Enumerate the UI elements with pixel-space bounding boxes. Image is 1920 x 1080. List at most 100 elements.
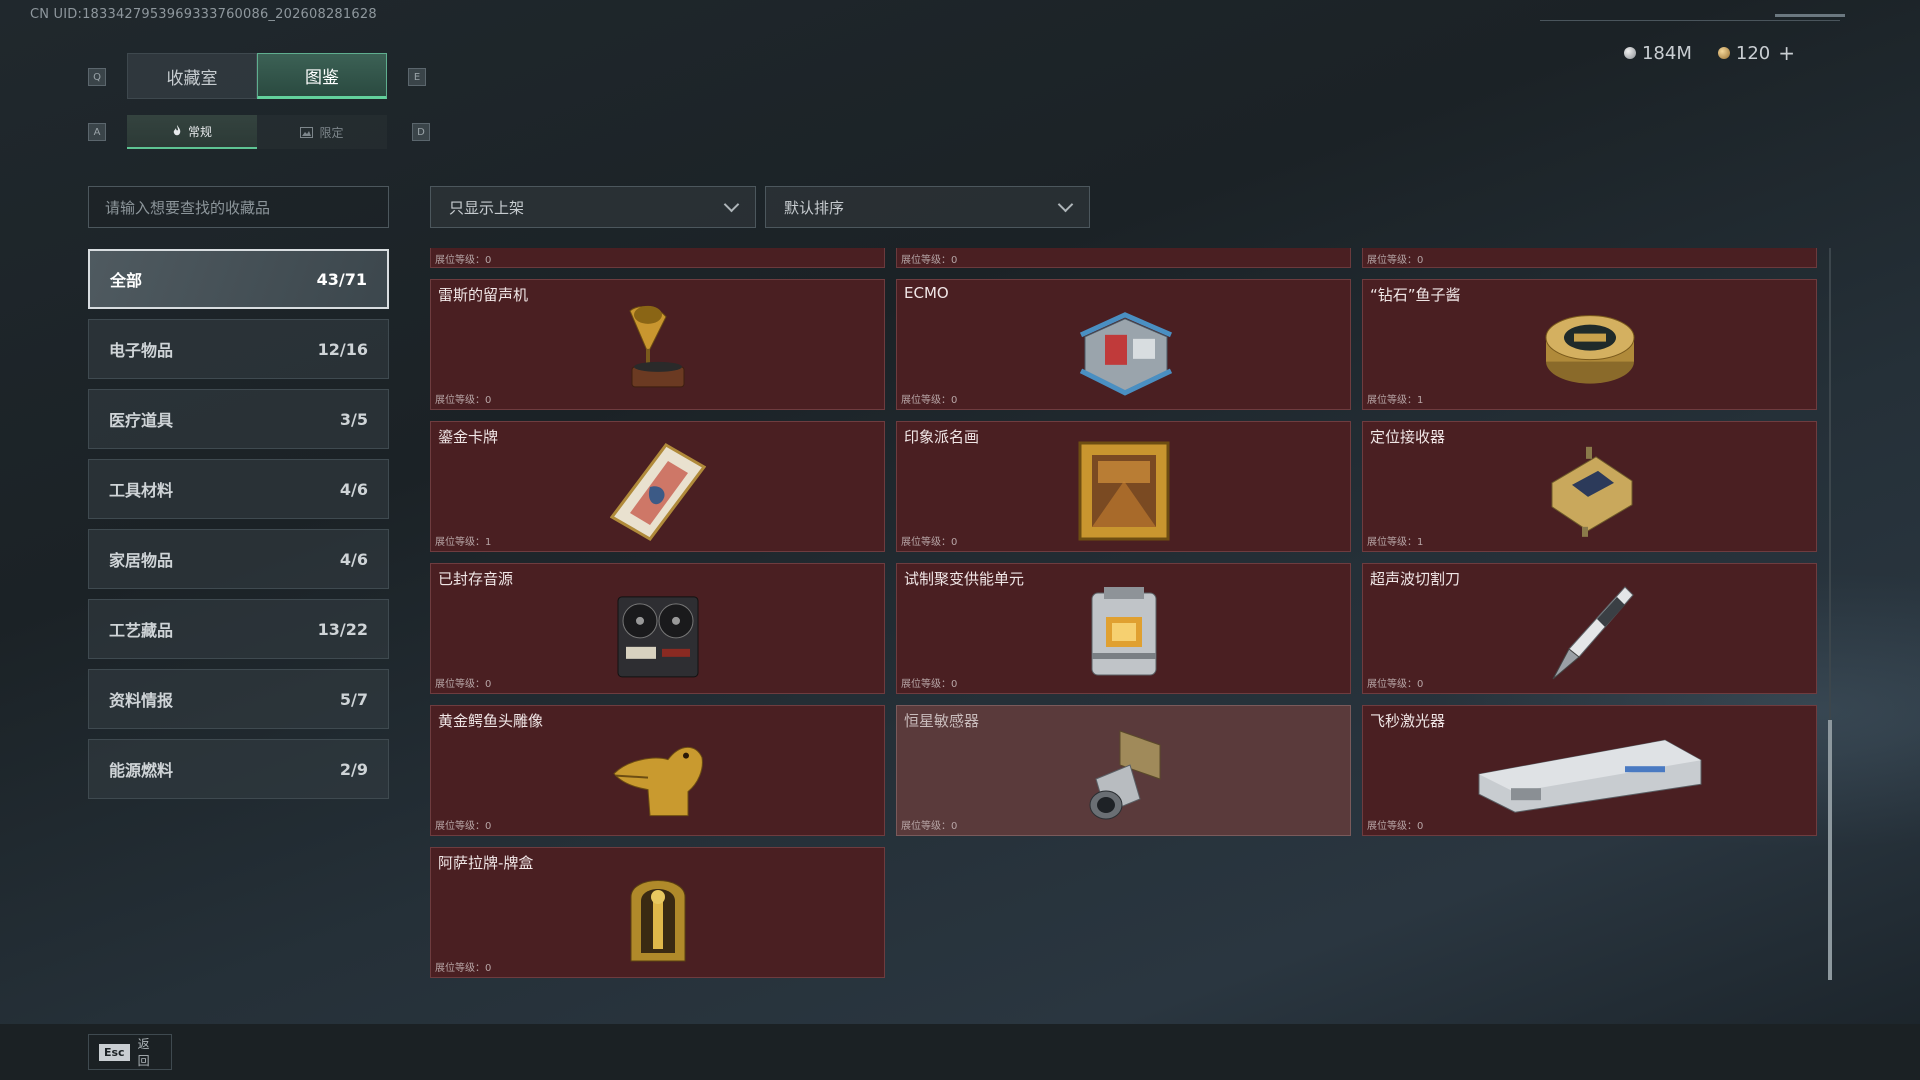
item-level: 展位等级：0: [901, 679, 958, 690]
gold-coin-icon: [1717, 47, 1730, 59]
item-card[interactable]: 鎏金卡牌 展位等级：1: [430, 421, 885, 552]
item-grid: 雷斯的留声机 展位等级：0 ECMO 展位等级：0 “钻石”鱼子酱 展位等级：1…: [430, 279, 1817, 978]
item-name: 飞秒激光器: [1370, 712, 1446, 730]
category-household[interactable]: 家居物品 4/6: [88, 529, 389, 589]
item-name: “钻石”鱼子酱: [1370, 286, 1461, 304]
category-label: 能源燃料: [109, 761, 174, 780]
gramophone-icon: [628, 305, 684, 387]
femtosecond-laser-icon: [1478, 739, 1701, 813]
item-name: 已封存音源: [438, 570, 514, 588]
item-name: 超声波切割刀: [1370, 570, 1461, 588]
gold-currency[interactable]: 120 +: [1717, 41, 1795, 65]
caviar-tin-icon: [1545, 314, 1634, 384]
sort-value: 默认排序: [784, 198, 845, 217]
category-count: 3/5: [339, 409, 368, 429]
item-level: 展位等级：1: [435, 537, 492, 548]
item-card-partial[interactable]: 展位等级：0: [896, 248, 1351, 268]
category-count: 2/9: [339, 759, 368, 779]
key-hint-q: Q: [88, 68, 106, 86]
item-card[interactable]: 黄金鳄鱼头雕像 展位等级：0: [430, 705, 885, 836]
item-level: 展位等级：0: [435, 679, 492, 690]
search-input[interactable]: 请输入想要查找的收藏品: [88, 186, 389, 228]
tab-catalog[interactable]: 图鉴: [257, 53, 387, 99]
item-card-partial[interactable]: 展位等级：0: [1362, 248, 1817, 268]
item-level: 展位等级：0: [901, 395, 958, 406]
currency-bar: 184M 120 +: [1623, 40, 1795, 66]
item-level: 展位等级：1: [1367, 537, 1424, 548]
item-card[interactable]: 试制聚变供能单元 展位等级：0: [896, 563, 1351, 694]
item-name: 阿萨拉牌-牌盒: [438, 854, 534, 872]
item-level: 展位等级：0: [435, 821, 492, 832]
star-sensor-icon: [1089, 729, 1160, 819]
category-label: 医疗道具: [109, 411, 174, 430]
category-electronics[interactable]: 电子物品 12/16: [88, 319, 389, 379]
key-hint-a: A: [88, 123, 106, 141]
item-name: 印象派名画: [904, 428, 980, 446]
silver-currency: 184M: [1623, 43, 1692, 64]
item-card[interactable]: 超声波切割刀 展位等级：0: [1362, 563, 1817, 694]
uid-label: CN UID:1833427953969333760086_2026082816…: [30, 7, 377, 22]
add-currency-button[interactable]: +: [1778, 41, 1795, 65]
item-name: 定位接收器: [1370, 428, 1446, 446]
category-label: 电子物品: [109, 341, 174, 360]
image-frame-icon: [300, 126, 314, 138]
item-card[interactable]: 恒星敏感器 展位等级：0: [896, 705, 1351, 836]
top-divider: [1540, 20, 1840, 21]
card-box-icon: [630, 879, 685, 961]
category-count: 4/6: [339, 549, 368, 569]
flame-icon: [173, 125, 181, 136]
back-button[interactable]: Esc 返回: [88, 1034, 172, 1070]
item-name: 黄金鳄鱼头雕像: [438, 712, 544, 730]
item-card[interactable]: 印象派名画 展位等级：0: [896, 421, 1351, 552]
category-label: 工具材料: [109, 481, 174, 500]
ecmo-machine-icon: [1079, 311, 1172, 396]
item-card[interactable]: 雷斯的留声机 展位等级：0: [430, 279, 885, 410]
item-level: 展位等级：0: [435, 963, 492, 974]
category-all[interactable]: 全部 43/71: [88, 249, 389, 309]
silver-coin-icon: [1623, 47, 1636, 59]
category-label: 工艺藏品: [109, 621, 174, 640]
item-level: 展位等级：1: [1367, 395, 1424, 406]
category-intel[interactable]: 资料情报 5/7: [88, 669, 389, 729]
sub-tabs: 常规 限定: [127, 115, 387, 149]
category-label: 资料情报: [109, 691, 174, 710]
item-grid-viewport: 展位等级：0 展位等级：0 展位等级：0 雷斯的留声机 展位等级：0 ECMO: [430, 248, 1820, 984]
item-card[interactable]: 已封存音源 展位等级：0: [430, 563, 885, 694]
tab-collection-room[interactable]: 收藏室: [127, 53, 257, 99]
show-filter-dropdown[interactable]: 只显示上架: [430, 186, 756, 228]
category-tools[interactable]: 工具材料 4/6: [88, 459, 389, 519]
item-card[interactable]: 飞秒激光器 展位等级：0: [1362, 705, 1817, 836]
fusion-cell-icon: [1091, 586, 1156, 675]
category-crafts[interactable]: 工艺藏品 13/22: [88, 599, 389, 659]
reel-recorder-icon: [617, 595, 698, 677]
category-list: 全部 43/71 电子物品 12/16 医疗道具 3/5 工具材料 4/6 家居物品 4/…: [88, 249, 389, 809]
category-label: 家居物品: [109, 551, 174, 570]
framed-painting-icon: [1078, 441, 1169, 540]
item-name: 恒星敏感器: [904, 712, 980, 730]
back-label: 返回: [137, 1037, 150, 1068]
item-card[interactable]: ECMO 展位等级：0: [896, 279, 1351, 410]
item-level: 展位等级：0: [435, 395, 492, 406]
gold-amount: 120: [1735, 42, 1771, 64]
item-card[interactable]: “钻石”鱼子酱 展位等级：1: [1362, 279, 1817, 410]
item-card-partial[interactable]: 展位等级：0: [430, 248, 885, 268]
item-name: ECMO: [904, 284, 949, 302]
gps-receiver-icon: [1551, 446, 1632, 537]
item-card[interactable]: 阿萨拉牌-牌盒 展位等级：0: [430, 847, 885, 978]
footer-bar: [0, 1024, 1920, 1080]
golden-crocodile-icon: [612, 746, 703, 816]
show-filter-value: 只显示上架: [449, 198, 525, 217]
tab-regular-label: 常规: [187, 124, 212, 139]
ultrasonic-knife-icon: [1552, 585, 1634, 679]
sort-dropdown[interactable]: 默认排序: [765, 186, 1090, 228]
esc-key-hint: Esc: [99, 1043, 130, 1061]
category-count: 43/71: [316, 269, 367, 289]
category-energy[interactable]: 能源燃料 2/9: [88, 739, 389, 799]
tab-limited[interactable]: 限定: [257, 115, 387, 149]
scrollbar-thumb[interactable]: [1828, 720, 1832, 980]
item-card[interactable]: 定位接收器 展位等级：1: [1362, 421, 1817, 552]
category-medical[interactable]: 医疗道具 3/5: [88, 389, 389, 449]
tab-regular[interactable]: 常规: [127, 115, 257, 149]
chevron-down-icon: [1057, 196, 1074, 212]
key-hint-e: E: [408, 68, 426, 86]
